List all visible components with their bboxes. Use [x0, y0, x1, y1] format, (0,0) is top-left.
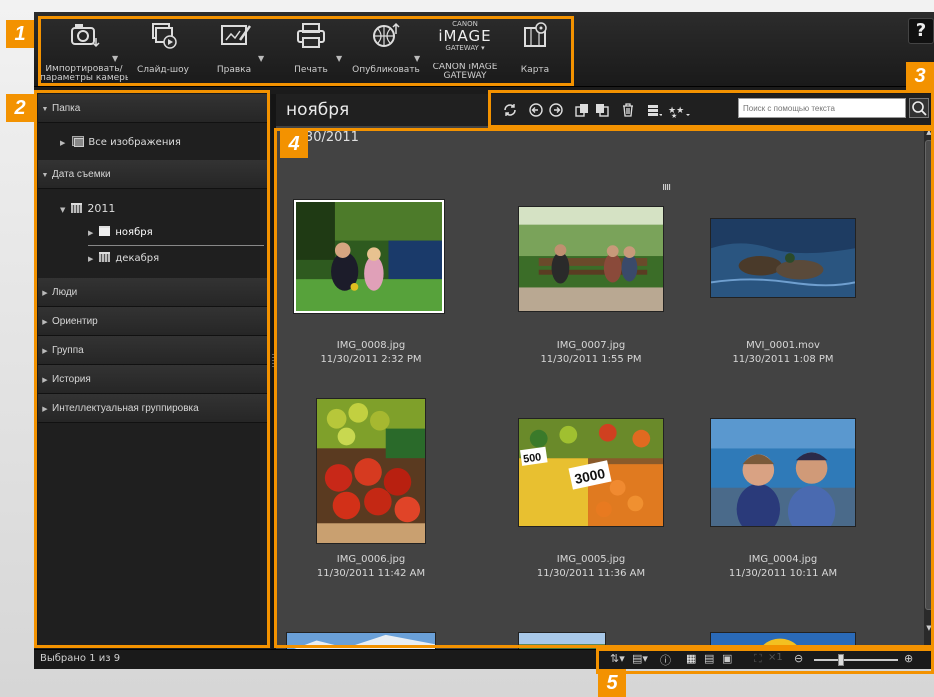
- selection-count: Выбрано 1 из 9: [40, 653, 121, 664]
- page-title: ноября: [286, 100, 350, 120]
- callout-number: 5: [598, 669, 626, 697]
- callout-frame-sidebar: [34, 90, 270, 648]
- callout-number: 1: [6, 20, 34, 48]
- callout-number: 4: [280, 130, 308, 158]
- callout-frame-statusbar: [596, 648, 934, 674]
- callout-frame-toolbar: [38, 16, 574, 86]
- callout-number: 2: [6, 94, 34, 122]
- callout-frame-tools: [488, 90, 934, 128]
- callout-frame-browser: [274, 128, 934, 648]
- callout-number: 3: [906, 62, 934, 90]
- help-button[interactable]: ?: [908, 18, 934, 44]
